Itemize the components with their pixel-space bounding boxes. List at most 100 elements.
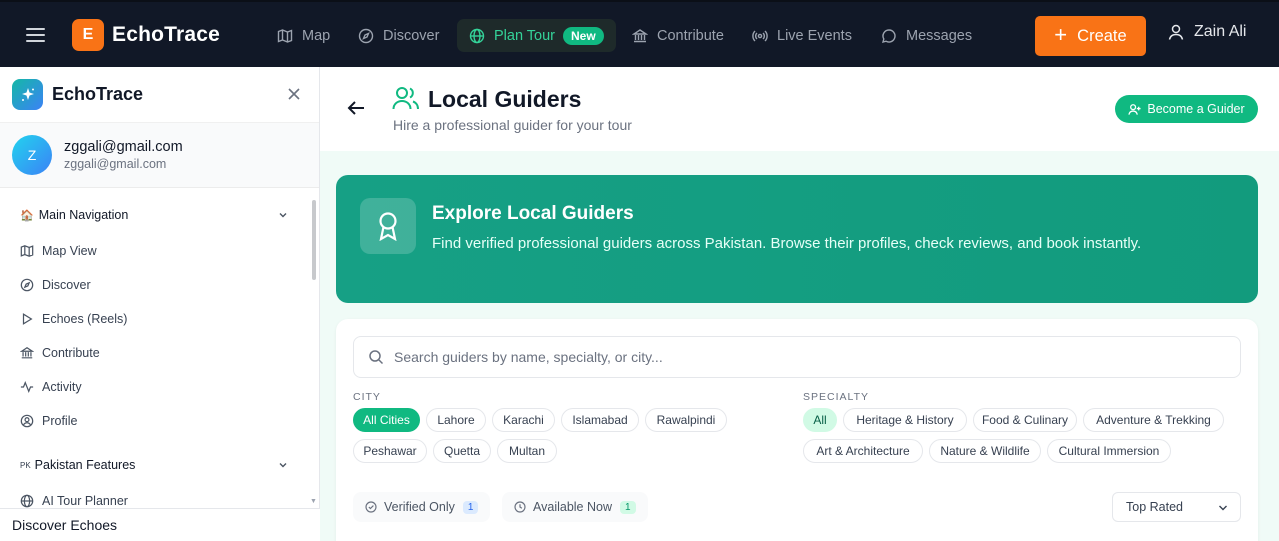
specialty-chip-adventure[interactable]: Adventure & Trekking xyxy=(1083,408,1224,432)
sidebar-item-activity[interactable]: Activity xyxy=(20,380,82,394)
broadcast-icon xyxy=(752,30,768,41)
nav-map-label: Map xyxy=(302,27,331,44)
search-box[interactable] xyxy=(353,336,1241,378)
section-main-navigation[interactable]: 🏠 Main Navigation xyxy=(20,208,288,222)
sidebar-item-label: Discover xyxy=(42,278,91,292)
specialty-chip-heritage[interactable]: Heritage & History xyxy=(843,408,967,432)
sidebar-item-map-view[interactable]: Map View xyxy=(20,244,97,258)
globe-icon xyxy=(20,494,34,508)
create-button-label: Create xyxy=(1077,26,1127,45)
sidebar-item-label: Contribute xyxy=(42,346,100,360)
sidebar-item-profile[interactable]: Profile xyxy=(20,414,77,428)
sidebar-item-label: Map View xyxy=(42,244,97,258)
landmark-icon xyxy=(632,28,648,42)
clock-icon xyxy=(514,501,526,513)
section-pakistan-features[interactable]: PK Pakistan Features xyxy=(20,458,288,472)
verified-only-label: Verified Only xyxy=(384,500,455,514)
specialty-chip-food[interactable]: Food & Culinary xyxy=(973,408,1077,432)
verified-count-badge: 1 xyxy=(462,500,479,514)
search-icon xyxy=(369,350,384,365)
main-content: Local Guiders Hire a professional guider… xyxy=(320,67,1279,541)
nav-contribute[interactable]: Contribute xyxy=(632,19,724,52)
users-icon xyxy=(392,87,419,110)
become-guider-label: Become a Guider xyxy=(1147,102,1245,116)
available-now-label: Available Now xyxy=(533,500,612,514)
menu-icon[interactable] xyxy=(24,24,48,46)
city-filter-label: CITY xyxy=(353,391,381,403)
page-title: Local Guiders xyxy=(428,86,582,112)
user-icon xyxy=(1168,24,1184,40)
chevron-down-icon xyxy=(1219,505,1227,511)
user-plus-icon xyxy=(1128,103,1141,115)
globe-icon xyxy=(469,28,485,43)
nav-plan-tour-label: Plan Tour xyxy=(494,27,555,44)
specialty-chip-nature[interactable]: Nature & Wildlife xyxy=(929,439,1041,463)
city-chip-quetta[interactable]: Quetta xyxy=(433,439,491,463)
city-chip-all[interactable]: All Cities xyxy=(353,408,420,432)
city-chip-peshawar[interactable]: Peshawar xyxy=(353,439,427,463)
avatar: Z xyxy=(12,135,52,175)
nav-map[interactable]: Map xyxy=(277,19,330,52)
nav-discover[interactable]: Discover xyxy=(358,19,439,52)
become-guider-button[interactable]: Become a Guider xyxy=(1115,95,1258,123)
brand-name: EchoTrace xyxy=(112,23,221,46)
sidebar-scrollbar[interactable] xyxy=(312,200,316,280)
sidebar-item-ai-tour-planner[interactable]: AI Tour Planner xyxy=(20,494,128,508)
landmark-icon xyxy=(20,347,34,359)
sidebar-item-echoes[interactable]: Echoes (Reels) xyxy=(20,312,127,326)
nav-messages[interactable]: Messages xyxy=(881,19,972,52)
city-chip-rawalpindi[interactable]: Rawalpindi xyxy=(645,408,727,432)
sidebar-title: EchoTrace xyxy=(52,84,144,104)
check-circle-icon xyxy=(365,501,377,513)
brand[interactable]: E EchoTrace xyxy=(72,19,220,51)
compass-icon xyxy=(358,28,374,43)
specialty-chip-cultural[interactable]: Cultural Immersion xyxy=(1047,439,1171,463)
specialty-chip-art[interactable]: Art & Architecture xyxy=(803,439,923,463)
message-icon xyxy=(882,28,896,43)
city-chip-islamabad[interactable]: Islamabad xyxy=(561,408,639,432)
specialty-chip-all[interactable]: All xyxy=(803,408,837,432)
section-pk-label: Pakistan Features xyxy=(34,458,136,472)
sidebar-item-label: AI Tour Planner xyxy=(42,494,128,508)
hero-banner: Explore Local Guiders Find verified prof… xyxy=(336,175,1258,303)
close-icon[interactable] xyxy=(287,87,301,101)
new-badge: New xyxy=(563,26,604,45)
chevron-down-icon xyxy=(279,213,287,218)
city-chip-karachi[interactable]: Karachi xyxy=(492,408,555,432)
page-subtitle: Hire a professional guider for your tour xyxy=(393,117,632,133)
plus-icon: + xyxy=(1054,22,1068,47)
available-now-toggle[interactable]: Available Now 1 xyxy=(502,492,648,522)
city-chip-lahore[interactable]: Lahore xyxy=(426,408,486,432)
sidebar-item-contribute[interactable]: Contribute xyxy=(20,346,100,360)
top-navbar: E EchoTrace Map Discover Plan Tour New C… xyxy=(0,0,1279,67)
user-name: Zain Ali xyxy=(1194,23,1247,40)
sidebar: EchoTrace Z zggali@gmail.com zggali@gmai… xyxy=(0,67,320,541)
sidebar-user-card[interactable]: Z zggali@gmail.com zggali@gmail.com xyxy=(0,122,319,188)
nav-plan-tour[interactable]: Plan Tour New xyxy=(457,19,616,52)
verified-only-toggle[interactable]: Verified Only 1 xyxy=(353,492,491,522)
user-menu[interactable]: Zain Ali xyxy=(1167,23,1246,41)
sidebar-item-label: Echoes (Reels) xyxy=(42,312,128,326)
city-chip-multan[interactable]: Multan xyxy=(497,439,557,463)
sparkle-icon xyxy=(12,79,43,110)
brand-logo: E xyxy=(72,19,104,51)
sidebar-item-label: Profile xyxy=(42,414,78,428)
activity-icon xyxy=(20,380,34,394)
sort-select[interactable]: Top Rated xyxy=(1112,492,1241,522)
user-circle-icon xyxy=(20,414,34,428)
nav-live-events-label: Live Events xyxy=(777,27,852,44)
page-header: Local Guiders Hire a professional guider… xyxy=(320,67,1279,151)
nav-messages-label: Messages xyxy=(906,27,973,44)
nav-live-events[interactable]: Live Events xyxy=(752,19,852,52)
compass-icon xyxy=(20,278,34,292)
create-button[interactable]: + Create xyxy=(1035,16,1146,56)
sidebar-footer[interactable]: Discover Echoes xyxy=(0,508,320,541)
sidebar-header: EchoTrace xyxy=(0,67,319,122)
sidebar-item-discover[interactable]: Discover xyxy=(20,278,91,292)
specialty-filter-label: SPECIALTY xyxy=(803,391,869,403)
map-icon xyxy=(20,245,34,257)
hero-title: Explore Local Guiders xyxy=(432,203,634,224)
back-arrow-icon[interactable] xyxy=(346,99,366,117)
search-input[interactable] xyxy=(394,349,1214,365)
scroll-down-arrow-icon[interactable]: ▼ xyxy=(310,498,317,505)
